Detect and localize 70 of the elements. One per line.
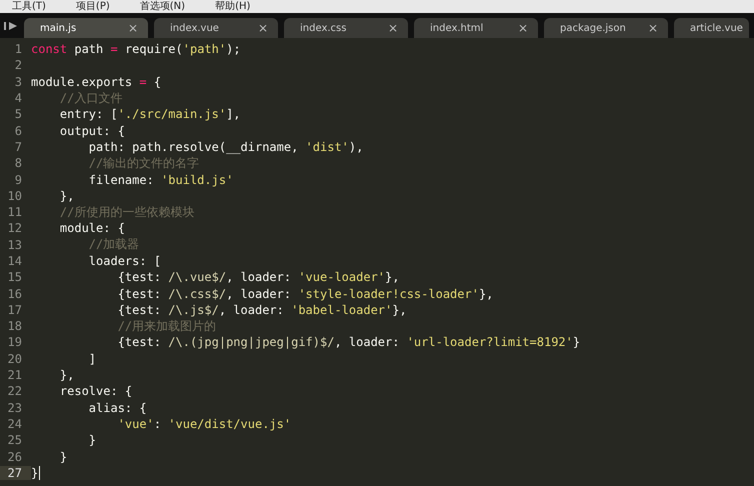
editor-tab[interactable]: package.json × [544,18,668,38]
line-number: 18 [6,319,23,334]
code-line: //用来加载图片的 [116,318,216,335]
code-line: loaders: [ [88,254,162,268]
line-number: 16 [6,286,23,301]
line-number: 5 [14,107,23,122]
text-cursor [39,466,40,480]
code-line: module.exports = { [31,74,162,89]
tab-close-button[interactable]: × [648,21,658,35]
code-line: output: { [58,124,125,138]
editor-tab[interactable]: index.vue × [154,18,278,38]
menu-item[interactable]: 首选项(N) [140,0,186,12]
code-line: const path = require('path'); [31,42,241,56]
editor-tab[interactable]: main.js × [24,18,148,38]
line-number: 9 [14,172,23,187]
tab-scroll-icon[interactable] [4,21,18,31]
line-number: 4 [14,91,23,106]
line-number: 25 [6,433,23,448]
code-line: 'vue': 'vue/dist/vue.js' [116,416,292,431]
tab-close-button[interactable]: × [388,21,398,35]
line-number: 26 [6,450,23,464]
line-number: 21 [6,368,23,382]
line-number: 23 [6,400,23,415]
code-line: } [88,433,96,448]
line-number: 7 [14,140,23,154]
menu-item[interactable]: 项目(P) [76,0,110,12]
line-number: 3 [14,74,23,89]
code-line: //输出的文件的名字 [88,154,200,172]
line-number: 10 [6,188,23,203]
line-number: 13 [6,238,23,252]
code-line: entry: ['./src/main.js'], [58,107,241,122]
menu-item[interactable]: 工具(T) [12,0,46,12]
code-line: filename: 'build.js' [88,172,234,187]
line-number: 12 [6,221,23,236]
code-line: {test: /\.css$/, loader: 'style-loader!css-loader'}, [116,286,494,301]
line-number: 1 [14,42,23,56]
code-line: module: { [58,221,125,236]
tab-close-button[interactable]: × [128,21,138,35]
line-number: 22 [6,384,23,398]
editor-tab[interactable]: index.css × [284,18,408,38]
editor-tab[interactable]: index.html × [414,18,538,38]
line-number: 19 [6,335,23,350]
code-line: }, [58,368,74,382]
line-number: 14 [6,254,23,268]
code-line: {test: /\.(jpg|png|jpeg|gif)$/, loader: 'url-loader?limit=8192'} [116,335,580,350]
code-line: {test: /\.js$/, loader: 'babel-loader'}, [116,302,407,317]
code-line: } [58,450,68,464]
code-line: //入口文件 [58,90,122,107]
code-line: //所使用的一些依赖模块 [58,204,194,221]
code-line: }, [58,188,74,203]
line-number: 15 [6,270,23,284]
code-line: alias: { [88,400,147,415]
line-number: 17 [6,302,23,317]
code-line: path: path.resolve(__dirname, 'dist'), [88,140,364,154]
code-line: {test: /\.vue$/, loader: 'vue-loader'}, [116,270,400,284]
line-number: 2 [14,58,23,72]
line-number: 20 [6,352,23,366]
code-line: resolve: { [58,384,132,398]
line-number: 27 [0,466,31,480]
code-line: ] [88,352,96,366]
line-number: 24 [6,416,23,431]
line-number: 8 [14,156,23,170]
tab-close-button[interactable]: × [518,21,528,35]
editor-tab[interactable]: article.vue [674,18,749,38]
line-number: 11 [6,205,23,220]
line-number: 6 [14,124,23,138]
code-line: //加载器 [88,236,140,254]
menu-item[interactable]: 帮助(H) [215,0,250,12]
tab-close-button[interactable]: × [258,21,268,35]
code-line: } [31,466,38,480]
